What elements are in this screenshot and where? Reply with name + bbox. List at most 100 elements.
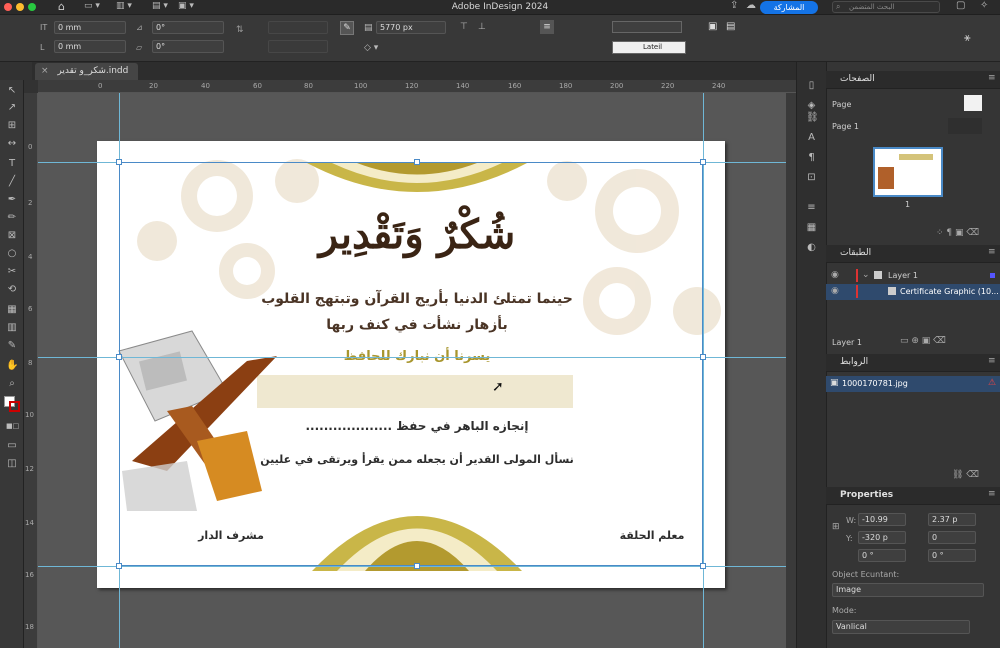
master-thumbnail[interactable] (964, 95, 982, 111)
properties-panel-menu-icon[interactable]: ≡ (988, 489, 996, 499)
shear-field[interactable]: 0 ° (928, 549, 976, 562)
flip-icon[interactable]: ⇅ (236, 25, 244, 35)
panel-options-icon[interactable]: ⚹ (964, 31, 971, 45)
publish-icon[interactable]: ⇪ (730, 0, 738, 11)
resize-handle[interactable] (414, 563, 420, 569)
share-button[interactable]: المشاركة (760, 1, 818, 14)
object-type-dropdown[interactable]: Image (832, 583, 984, 597)
resize-handle[interactable] (116, 159, 122, 165)
mode-dropdown[interactable]: Vanlical (832, 620, 970, 634)
reference-point-icon[interactable]: ⊞ (832, 522, 840, 532)
line-tool-icon[interactable]: ╱ (6, 176, 18, 188)
color-panel-icon[interactable]: ◐ (806, 242, 817, 253)
mode-value: Vanlical (836, 622, 867, 631)
gradient-tool-icon[interactable]: ▦ (6, 304, 18, 316)
w-field[interactable]: -10.99 (858, 513, 906, 526)
layers-footer-icons[interactable]: ▭ ⊕ ▣ ⌫ (900, 336, 946, 346)
layers-panel-header[interactable]: الطبقات ≡ (826, 245, 1000, 263)
layers-panel-menu-icon[interactable]: ≡ (988, 247, 996, 257)
tab-bar (32, 62, 796, 80)
close-tab-icon[interactable]: × (41, 66, 49, 76)
y-field[interactable]: 0 mm (54, 40, 126, 53)
resize-handle[interactable] (116, 563, 122, 569)
stroke-width-field[interactable]: 5770 px (376, 21, 446, 34)
preview-icon[interactable]: ◫ (6, 458, 18, 470)
rotation-field[interactable]: 0 ° (858, 549, 906, 562)
layer-selection-square[interactable] (990, 273, 995, 278)
type-tool-icon[interactable]: T (6, 158, 18, 170)
screen-mode-tool-icon[interactable]: ▭ (6, 440, 18, 452)
text-wrap-icon[interactable]: ▤ (726, 21, 735, 32)
page-1-thumbnail[interactable] (873, 147, 943, 197)
stroke-panel-icon[interactable]: ≡ (806, 202, 817, 213)
cloud-icon[interactable]: ☁ (746, 0, 756, 11)
pages-panel-icon[interactable]: ▯ (806, 80, 817, 91)
stroke-style-dropdown[interactable]: Lateil (612, 41, 686, 54)
layer-1-row[interactable]: ◉ ⌄ Layer 1 (826, 268, 1000, 284)
links-panel-icon[interactable]: ⛓ (806, 112, 819, 123)
resize-handle[interactable] (116, 354, 122, 360)
search-box[interactable]: ⌕ البحث المتضمن (832, 1, 940, 13)
pen-tool-icon[interactable]: ✒ (6, 194, 18, 206)
links-footer-icons[interactable]: ⛓ ⌫ (952, 470, 979, 480)
zoom-tool-icon[interactable]: ⌕ (6, 378, 18, 390)
chevron-down-icon[interactable]: ⌄ (862, 270, 870, 280)
scissors-tool-icon[interactable]: ✂ (6, 266, 18, 278)
pages-panel-header[interactable]: الصفحات ≡ (826, 71, 1000, 89)
document-tab[interactable]: × شكر_و تقدير.indd (35, 63, 139, 80)
ruler-tick: 10 (25, 411, 34, 419)
workspace-icon[interactable]: ▢ (956, 0, 965, 11)
page-footer-icons[interactable]: ⁘ ¶ ▣ ⌫ (936, 228, 979, 238)
gap-tool-icon[interactable]: ↔ (6, 138, 18, 150)
properties-panel-header[interactable]: Properties ≡ (826, 487, 1000, 505)
certificate-graphic-row[interactable]: ◉ Certificate Graphic (10... (826, 284, 1000, 300)
resize-handle[interactable] (414, 159, 420, 165)
ruler-tick: 40 (201, 82, 210, 90)
eyedropper-tool-icon[interactable]: ✎ (6, 340, 18, 352)
align-top-icon[interactable]: ⊤ (460, 22, 468, 32)
h-field[interactable]: 2.37 p (928, 513, 976, 526)
stroke-swatch[interactable] (9, 401, 20, 412)
note-tool-icon[interactable]: ▥ (6, 322, 18, 334)
direct-selection-tool-icon[interactable]: ↗ (6, 102, 18, 114)
links-panel-menu-icon[interactable]: ≡ (988, 356, 996, 366)
wrap-icon[interactable]: ▣ (708, 21, 717, 32)
pencil-tool-icon[interactable]: ✏ (6, 212, 18, 224)
fill-swap-icon[interactable]: ✎ (340, 21, 354, 35)
none-master-label[interactable]: Page (832, 100, 851, 109)
shear-field[interactable]: 0° (152, 40, 224, 53)
sync-icon[interactable]: ✧ (980, 0, 988, 11)
pages-panel-menu-icon[interactable]: ≡ (988, 73, 996, 83)
hand-tool-icon[interactable]: ✋ (6, 360, 18, 372)
layers-panel-icon[interactable]: ◈ (806, 100, 817, 111)
visibility-eye-icon[interactable]: ◉ (831, 286, 839, 296)
link-row[interactable]: ▣ 1000170781.jpg ⚠ (826, 376, 1000, 392)
ellipse-tool-icon[interactable]: ○ (6, 248, 18, 260)
paragraph-panel-icon[interactable]: ¶ (806, 152, 817, 163)
apply-color-icon[interactable]: ■□ (6, 420, 19, 432)
r-field[interactable]: 0 (928, 531, 976, 544)
master-page-label[interactable]: Page 1 (832, 122, 859, 131)
swatches-panel-icon[interactable]: ▦ (806, 222, 817, 233)
y-field[interactable]: -320 p (858, 531, 906, 544)
page-tool-icon[interactable]: ⊞ (6, 120, 18, 132)
rotate-field[interactable]: 0° (152, 21, 224, 34)
distribute-icon[interactable]: ≡ (540, 20, 554, 34)
master-page-thumbnail[interactable] (948, 118, 982, 134)
glyphs-panel-icon[interactable]: ⊡ (806, 172, 817, 183)
selection-frame[interactable] (119, 162, 703, 566)
x-field[interactable]: 0 mm (54, 21, 126, 34)
vertical-scrollbar[interactable] (786, 93, 796, 648)
free-transform-tool-icon[interactable]: ⟲ (6, 284, 18, 296)
stroke-color-swatch[interactable] (612, 21, 682, 33)
selection-tool-icon[interactable]: ↖ (6, 85, 18, 97)
resize-handle[interactable] (700, 354, 706, 360)
links-panel-header[interactable]: الروابط ≡ (826, 354, 1000, 372)
rectangle-frame-tool-icon[interactable]: ⊠ (6, 230, 18, 242)
visibility-eye-icon[interactable]: ◉ (831, 270, 839, 280)
align-center-icon[interactable]: ⊥ (478, 22, 486, 32)
resize-handle[interactable] (700, 159, 706, 165)
character-panel-icon[interactable]: A (806, 132, 817, 143)
resize-handle[interactable] (700, 563, 706, 569)
link-warning-icon[interactable]: ⚠ (988, 378, 996, 388)
